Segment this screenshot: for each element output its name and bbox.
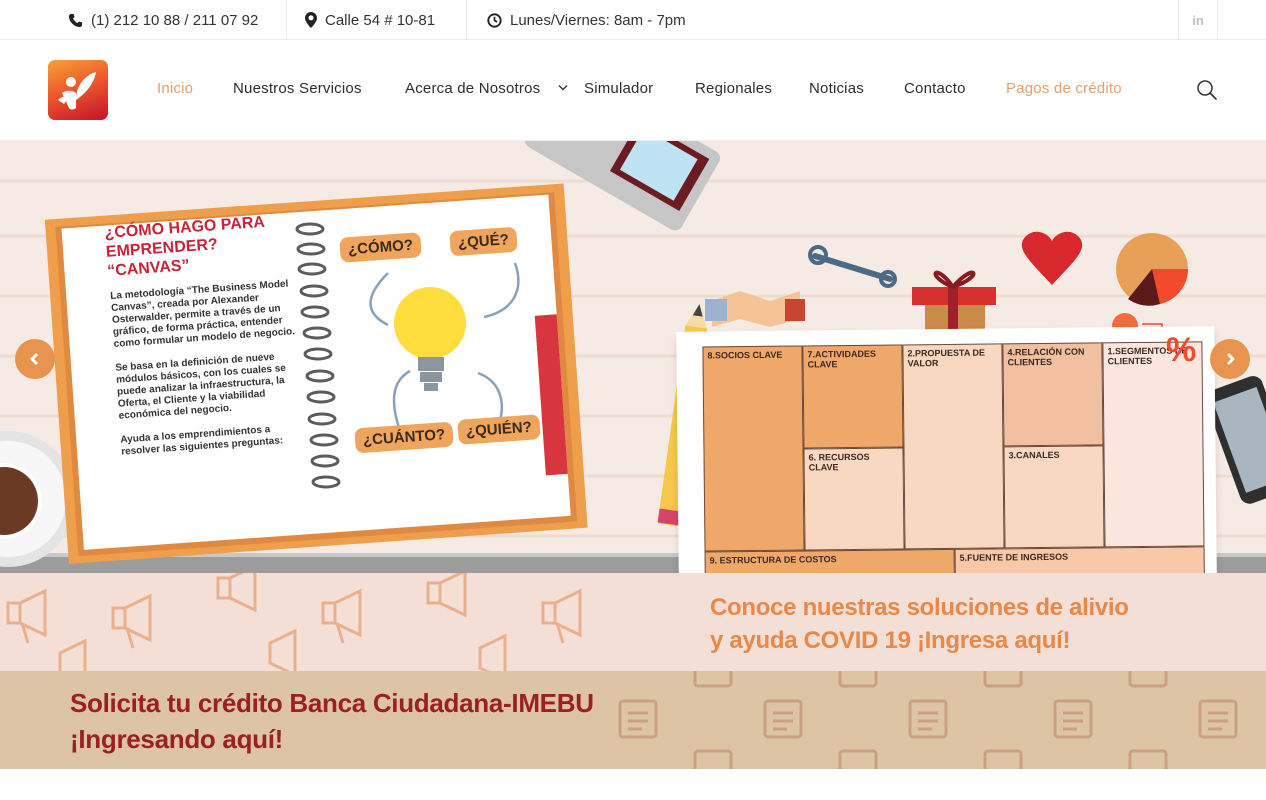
cell-costos: 9. ESTRUCTURA DE COSTOS: [704, 548, 956, 573]
divider: [286, 0, 287, 40]
address-text: Calle 54 # 10-81: [325, 11, 436, 29]
covid-line-1: Conoce nuestras soluciones de alivio: [710, 594, 1129, 621]
covid-banner-text: Conoce nuestras soluciones de alivio y a…: [710, 591, 1129, 657]
nav-nuestros-servicios[interactable]: Nuestros Servicios: [233, 80, 362, 97]
address-contact[interactable]: Calle 54 # 10-81: [305, 0, 435, 40]
credito-banner[interactable]: Solicita tu crédito Banca Ciudadana-IMEB…: [0, 671, 1266, 769]
main-header: Inicio Nuestros Servicios Acerca de Noso…: [0, 40, 1266, 141]
credito-line-2: ¡Ingresando aquí!: [70, 724, 284, 754]
chevron-down-icon[interactable]: [558, 84, 568, 92]
cell-actividades: 7.ACTIVIDADES CLAVE: [802, 344, 904, 449]
hero-slider[interactable]: ¿CÓMO HAGO PARA EMPRENDER? “CANVAS” La m…: [0, 141, 1266, 573]
logo-icon: [58, 72, 96, 110]
logo-imebu[interactable]: [48, 60, 108, 120]
cell-canales: 3.CANALES: [1003, 445, 1105, 549]
cell-propuesta: 2.PROPUESTA DE VALOR: [902, 343, 1005, 550]
nav-regionales[interactable]: Regionales: [695, 80, 772, 97]
linkedin-icon: in: [1192, 12, 1204, 28]
arrow-left-icon: [30, 352, 39, 366]
megaphone-pattern: [6, 573, 582, 671]
map-pin-icon: [305, 12, 317, 28]
slider-next-button[interactable]: [1210, 339, 1250, 379]
cell-segmentos: 1.SEGMENTOS DE CLIENTES: [1102, 341, 1205, 548]
phone-text: (1) 212 10 88 / 211 07 92: [91, 11, 259, 29]
linkedin-link[interactable]: in: [1178, 0, 1218, 40]
arrow-right-icon: [1226, 352, 1235, 366]
phone-icon: [68, 13, 83, 27]
nav-noticias[interactable]: Noticias: [809, 80, 864, 97]
notebook-bullet-1: La metodología “The Business Model Canva…: [110, 278, 296, 350]
canvas-board: 8.SOCIOS CLAVE 7.ACTIVIDADES CLAVE 6. RE…: [676, 326, 1218, 573]
nav-inicio[interactable]: Inicio: [157, 80, 193, 97]
nav-simulador[interactable]: Simulador: [584, 80, 653, 97]
page-bottom: [0, 769, 1266, 800]
notebook-body: La metodología “The Business Model Canva…: [110, 278, 310, 471]
search-icon[interactable]: [1196, 79, 1218, 101]
nav-acerca-de-nosotros[interactable]: Acerca de Nosotros: [405, 80, 540, 97]
notebook-bullet-3: Ayuda a los emprendimientos a resolver l…: [120, 424, 284, 458]
divider: [466, 0, 467, 40]
nav-contacto[interactable]: Contacto: [904, 80, 966, 97]
percent-label: %: [1166, 331, 1197, 369]
covid-banner[interactable]: Conoce nuestras soluciones de alivio y a…: [0, 573, 1266, 671]
top-bar: (1) 212 10 88 / 211 07 92 Calle 54 # 10-…: [0, 0, 1266, 40]
form-pattern: [618, 671, 1238, 769]
hours-text: Lunes/Viernes: 8am - 7pm: [510, 11, 686, 29]
credito-line-1: Solicita tu crédito Banca Ciudadana-IMEB…: [70, 688, 594, 718]
nav-pagos-de-credito[interactable]: Pagos de crédito: [1006, 80, 1122, 97]
notebook-bullet-2: Se basa en la definición de nueve módulo…: [115, 351, 287, 422]
cell-recursos: 6. RECURSOS CLAVE: [803, 447, 905, 551]
cell-socios: 8.SOCIOS CLAVE: [702, 345, 805, 552]
slider-prev-button[interactable]: [15, 339, 55, 379]
hours-info: Lunes/Viernes: 8am - 7pm: [487, 0, 686, 40]
cell-ingresos: 5.FUENTE DE INGRESOS: [954, 546, 1206, 573]
cell-relacion: 4.RELACIÓN CON CLIENTES: [1002, 342, 1104, 447]
clock-icon: [487, 12, 502, 28]
covid-line-2: y ayuda COVID 19 ¡Ingresa aquí!: [710, 627, 1071, 654]
tag-que: ¿QUÉ?: [449, 226, 518, 257]
phone-contact[interactable]: (1) 212 10 88 / 211 07 92: [68, 0, 258, 40]
credito-banner-text: Solicita tu crédito Banca Ciudadana-IMEB…: [70, 685, 594, 757]
